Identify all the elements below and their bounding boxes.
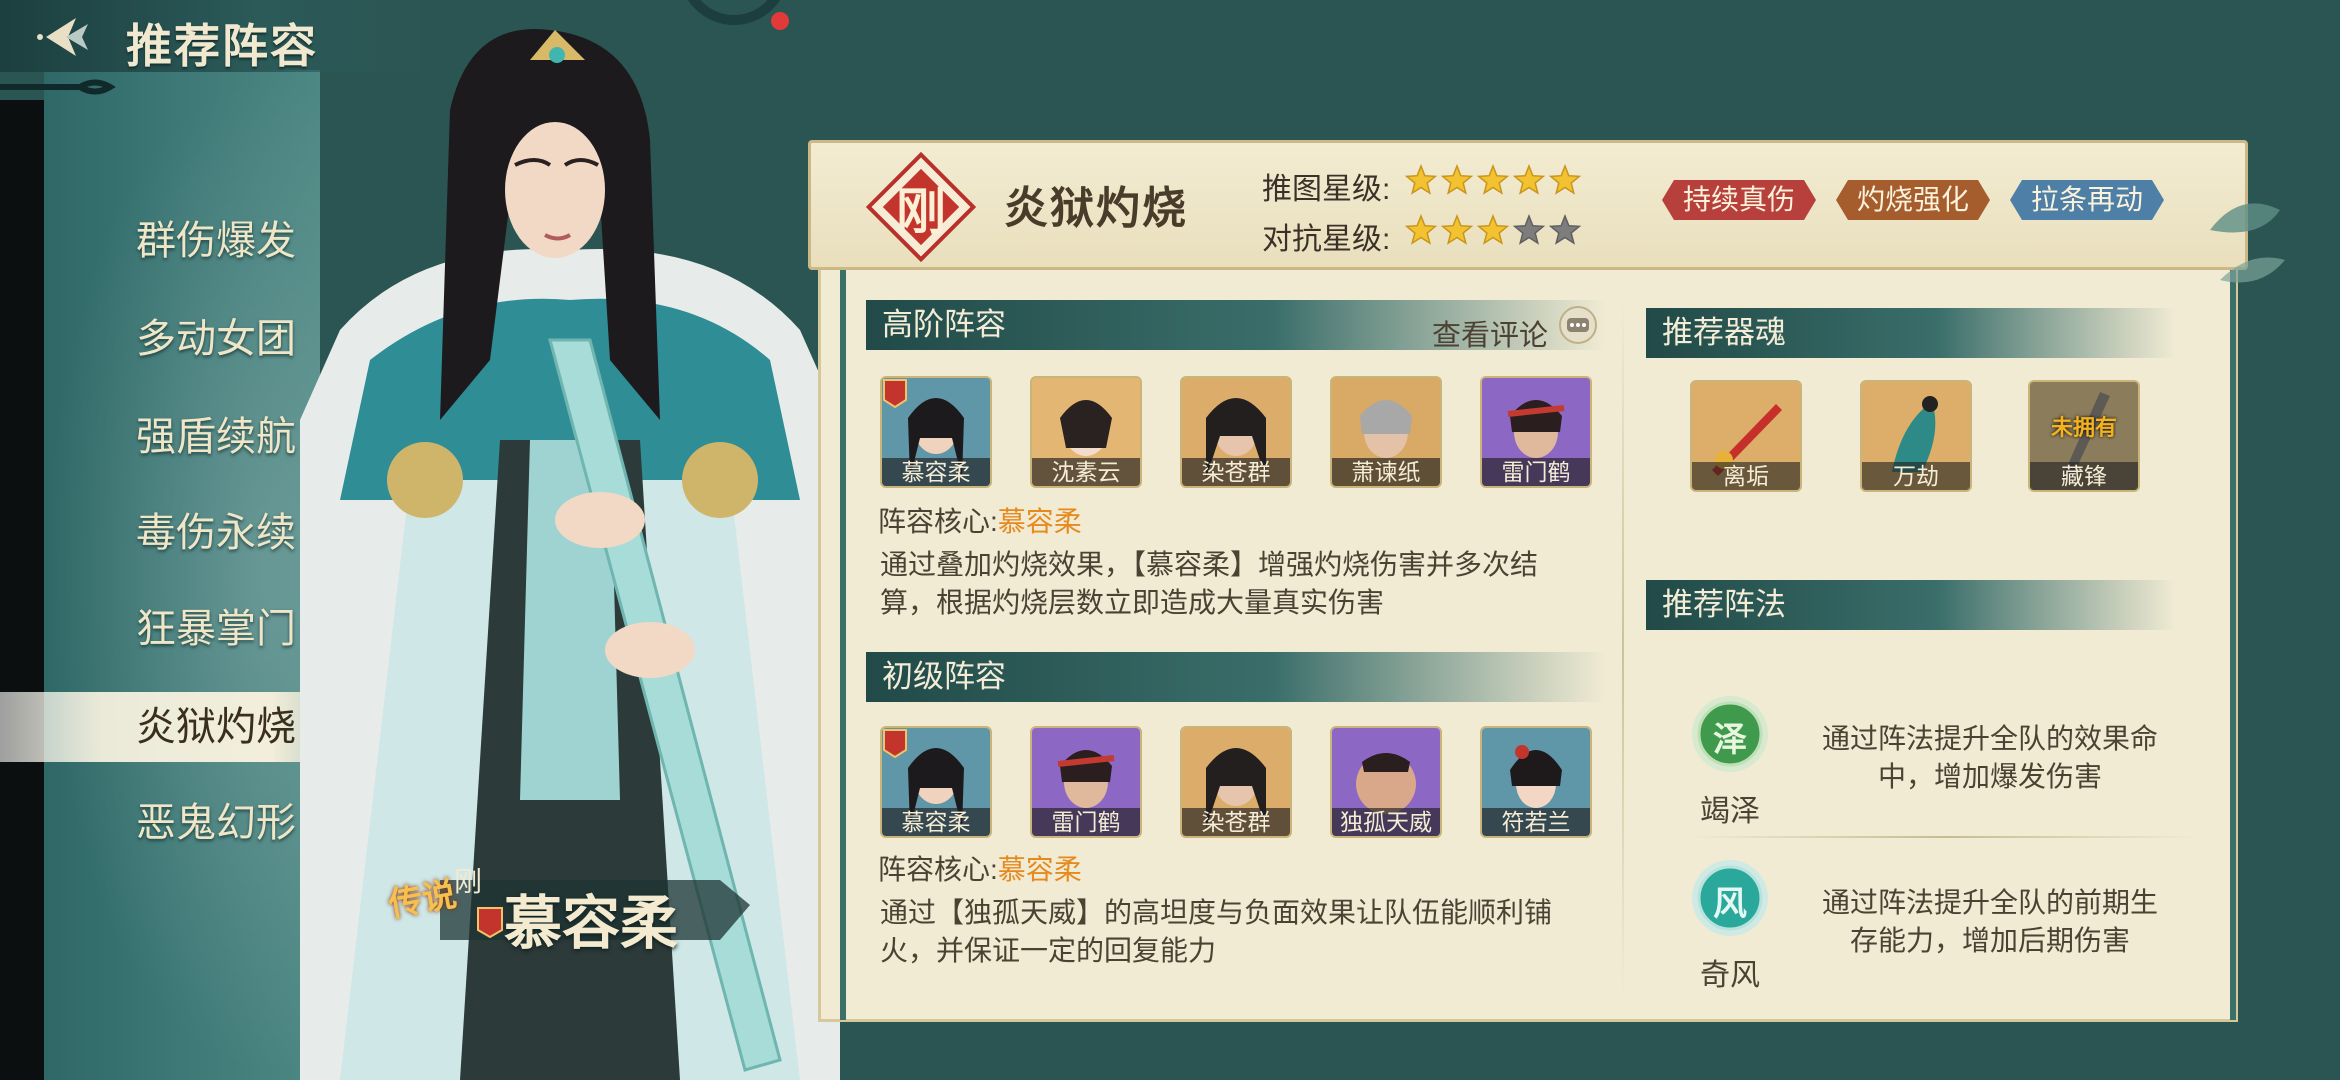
star-filled-icon: [1548, 164, 1582, 195]
cloud-decoration: [0, 79, 116, 95]
core-hero-name: 慕容柔: [997, 506, 1082, 537]
pvp-star-rating: [1404, 214, 1582, 245]
advanced-core-line: 阵容核心:慕容柔: [878, 500, 1082, 540]
array-name: 奇风: [1700, 959, 1760, 992]
tag-burn-boost: 灼烧强化: [1834, 178, 1992, 222]
star-filled-icon: [1476, 164, 1510, 195]
class-badge-icon: [477, 907, 503, 938]
star-filled-icon: [1404, 164, 1438, 195]
artifact-card[interactable]: 万劫: [1860, 380, 1972, 492]
push-star-label: 推图星级:: [1262, 173, 1391, 206]
star-filled-icon: [1440, 164, 1474, 195]
beginner-section-header: 初级阵容: [866, 652, 1606, 702]
hero-card[interactable]: 慕容柔: [880, 726, 992, 838]
hero-name: 慕容柔: [882, 458, 990, 486]
array-glyph: 风: [1713, 885, 1747, 923]
hero-name: 雷门鹤: [1482, 458, 1590, 486]
menu-item-yanyu[interactable]: 炎狱灼烧: [0, 692, 340, 762]
hero-name: 独孤天威: [1332, 808, 1440, 836]
hero-name: 萧谏纸: [1332, 458, 1440, 486]
array-divider: [1690, 836, 2200, 838]
hero-name: 符若兰: [1482, 808, 1590, 836]
class-glyph: 刚: [896, 184, 946, 240]
star-filled-icon: [1476, 214, 1510, 245]
unowned-label: 未拥有: [2050, 415, 2117, 440]
hero-card[interactable]: 雷门鹤: [1030, 726, 1142, 838]
beginner-core-line: 阵容核心:慕容柔: [878, 848, 1082, 888]
core-label: 阵容核心:: [878, 506, 998, 537]
hero-name: 染苍群: [1182, 458, 1290, 486]
leaf-decoration: [2210, 203, 2285, 283]
beginner-description: 通过【独孤天威】的高坦度与负面效果让队伍能顺利铺火，并保证一定的回复能力: [880, 897, 1553, 966]
advanced-description: 通过叠加灼烧效果，【慕容柔】增强灼烧伤害并多次结算，根据灼烧层数立即造成大量真实…: [880, 549, 1539, 618]
core-label: 阵容核心:: [878, 854, 998, 885]
hero-name: 慕容柔: [882, 808, 990, 836]
artifact-card[interactable]: 未拥有 藏锋: [2028, 380, 2140, 492]
star-empty-icon: [1512, 214, 1546, 245]
hero-card[interactable]: 慕容柔: [880, 376, 992, 488]
array-glyph: 泽: [1713, 721, 1747, 759]
left-edge-strip: [0, 100, 44, 1080]
hero-name: 雷门鹤: [1032, 808, 1140, 836]
hero-name: 沈素云: [1032, 458, 1140, 486]
hero-card[interactable]: 染苍群: [1180, 726, 1292, 838]
artifact-name: 离垢: [1692, 462, 1800, 490]
core-hero-name: 慕容柔: [997, 854, 1082, 885]
array-name: 竭泽: [1700, 795, 1760, 828]
array-description: 通过阵法提升全队的效果命中，增加爆发伤害: [1821, 723, 2158, 792]
artifact-section-header: 推荐器魂: [1646, 308, 2176, 358]
tag-dot-damage: 持续真伤: [1660, 178, 1818, 222]
star-filled-icon: [1512, 164, 1546, 195]
tag-label: 持续真伤: [1682, 184, 1795, 215]
push-star-rating: [1404, 164, 1582, 195]
page-title: 推荐阵容: [126, 21, 318, 72]
tag-label: 灼烧强化: [1856, 184, 1969, 215]
hero-card[interactable]: 独孤天威: [1330, 726, 1442, 838]
artifact-name: 藏锋: [2030, 462, 2138, 490]
array-description: 通过阵法提升全队的前期生存能力，增加后期伤害: [1821, 887, 2158, 956]
hero-name: 染苍群: [1182, 808, 1290, 836]
hero-card[interactable]: 雷门鹤: [1480, 376, 1592, 488]
comment-icon[interactable]: [1558, 305, 1598, 345]
tag-extra-turn: 拉条再动: [2008, 178, 2166, 222]
formation-name: 炎狱灼烧: [1004, 184, 1188, 233]
star-filled-icon: [1440, 214, 1474, 245]
star-empty-icon: [1548, 214, 1582, 245]
hero-card[interactable]: 符若兰: [1480, 726, 1592, 838]
hero-card[interactable]: 染苍群: [1180, 376, 1292, 488]
star-filled-icon: [1404, 214, 1438, 245]
class-badge-icon: [883, 729, 907, 758]
column-divider: [1622, 300, 1624, 1000]
back-arrow-icon[interactable]: [32, 12, 92, 62]
tag-label: 拉条再动: [2030, 184, 2143, 215]
artifact-name: 万劫: [1862, 462, 1970, 490]
pvp-star-label: 对抗星级:: [1262, 223, 1391, 256]
character-name: 慕容柔: [504, 891, 679, 956]
hero-card[interactable]: 萧谏纸: [1330, 376, 1442, 488]
artifact-card[interactable]: 离垢: [1690, 380, 1802, 492]
array-section-header: 推荐阵法: [1646, 580, 2176, 630]
character-class: 刚: [454, 867, 483, 898]
view-comments-link[interactable]: 查看评论: [1432, 312, 1548, 354]
hero-card[interactable]: 沈素云: [1030, 376, 1142, 488]
class-badge-icon: [883, 379, 907, 408]
